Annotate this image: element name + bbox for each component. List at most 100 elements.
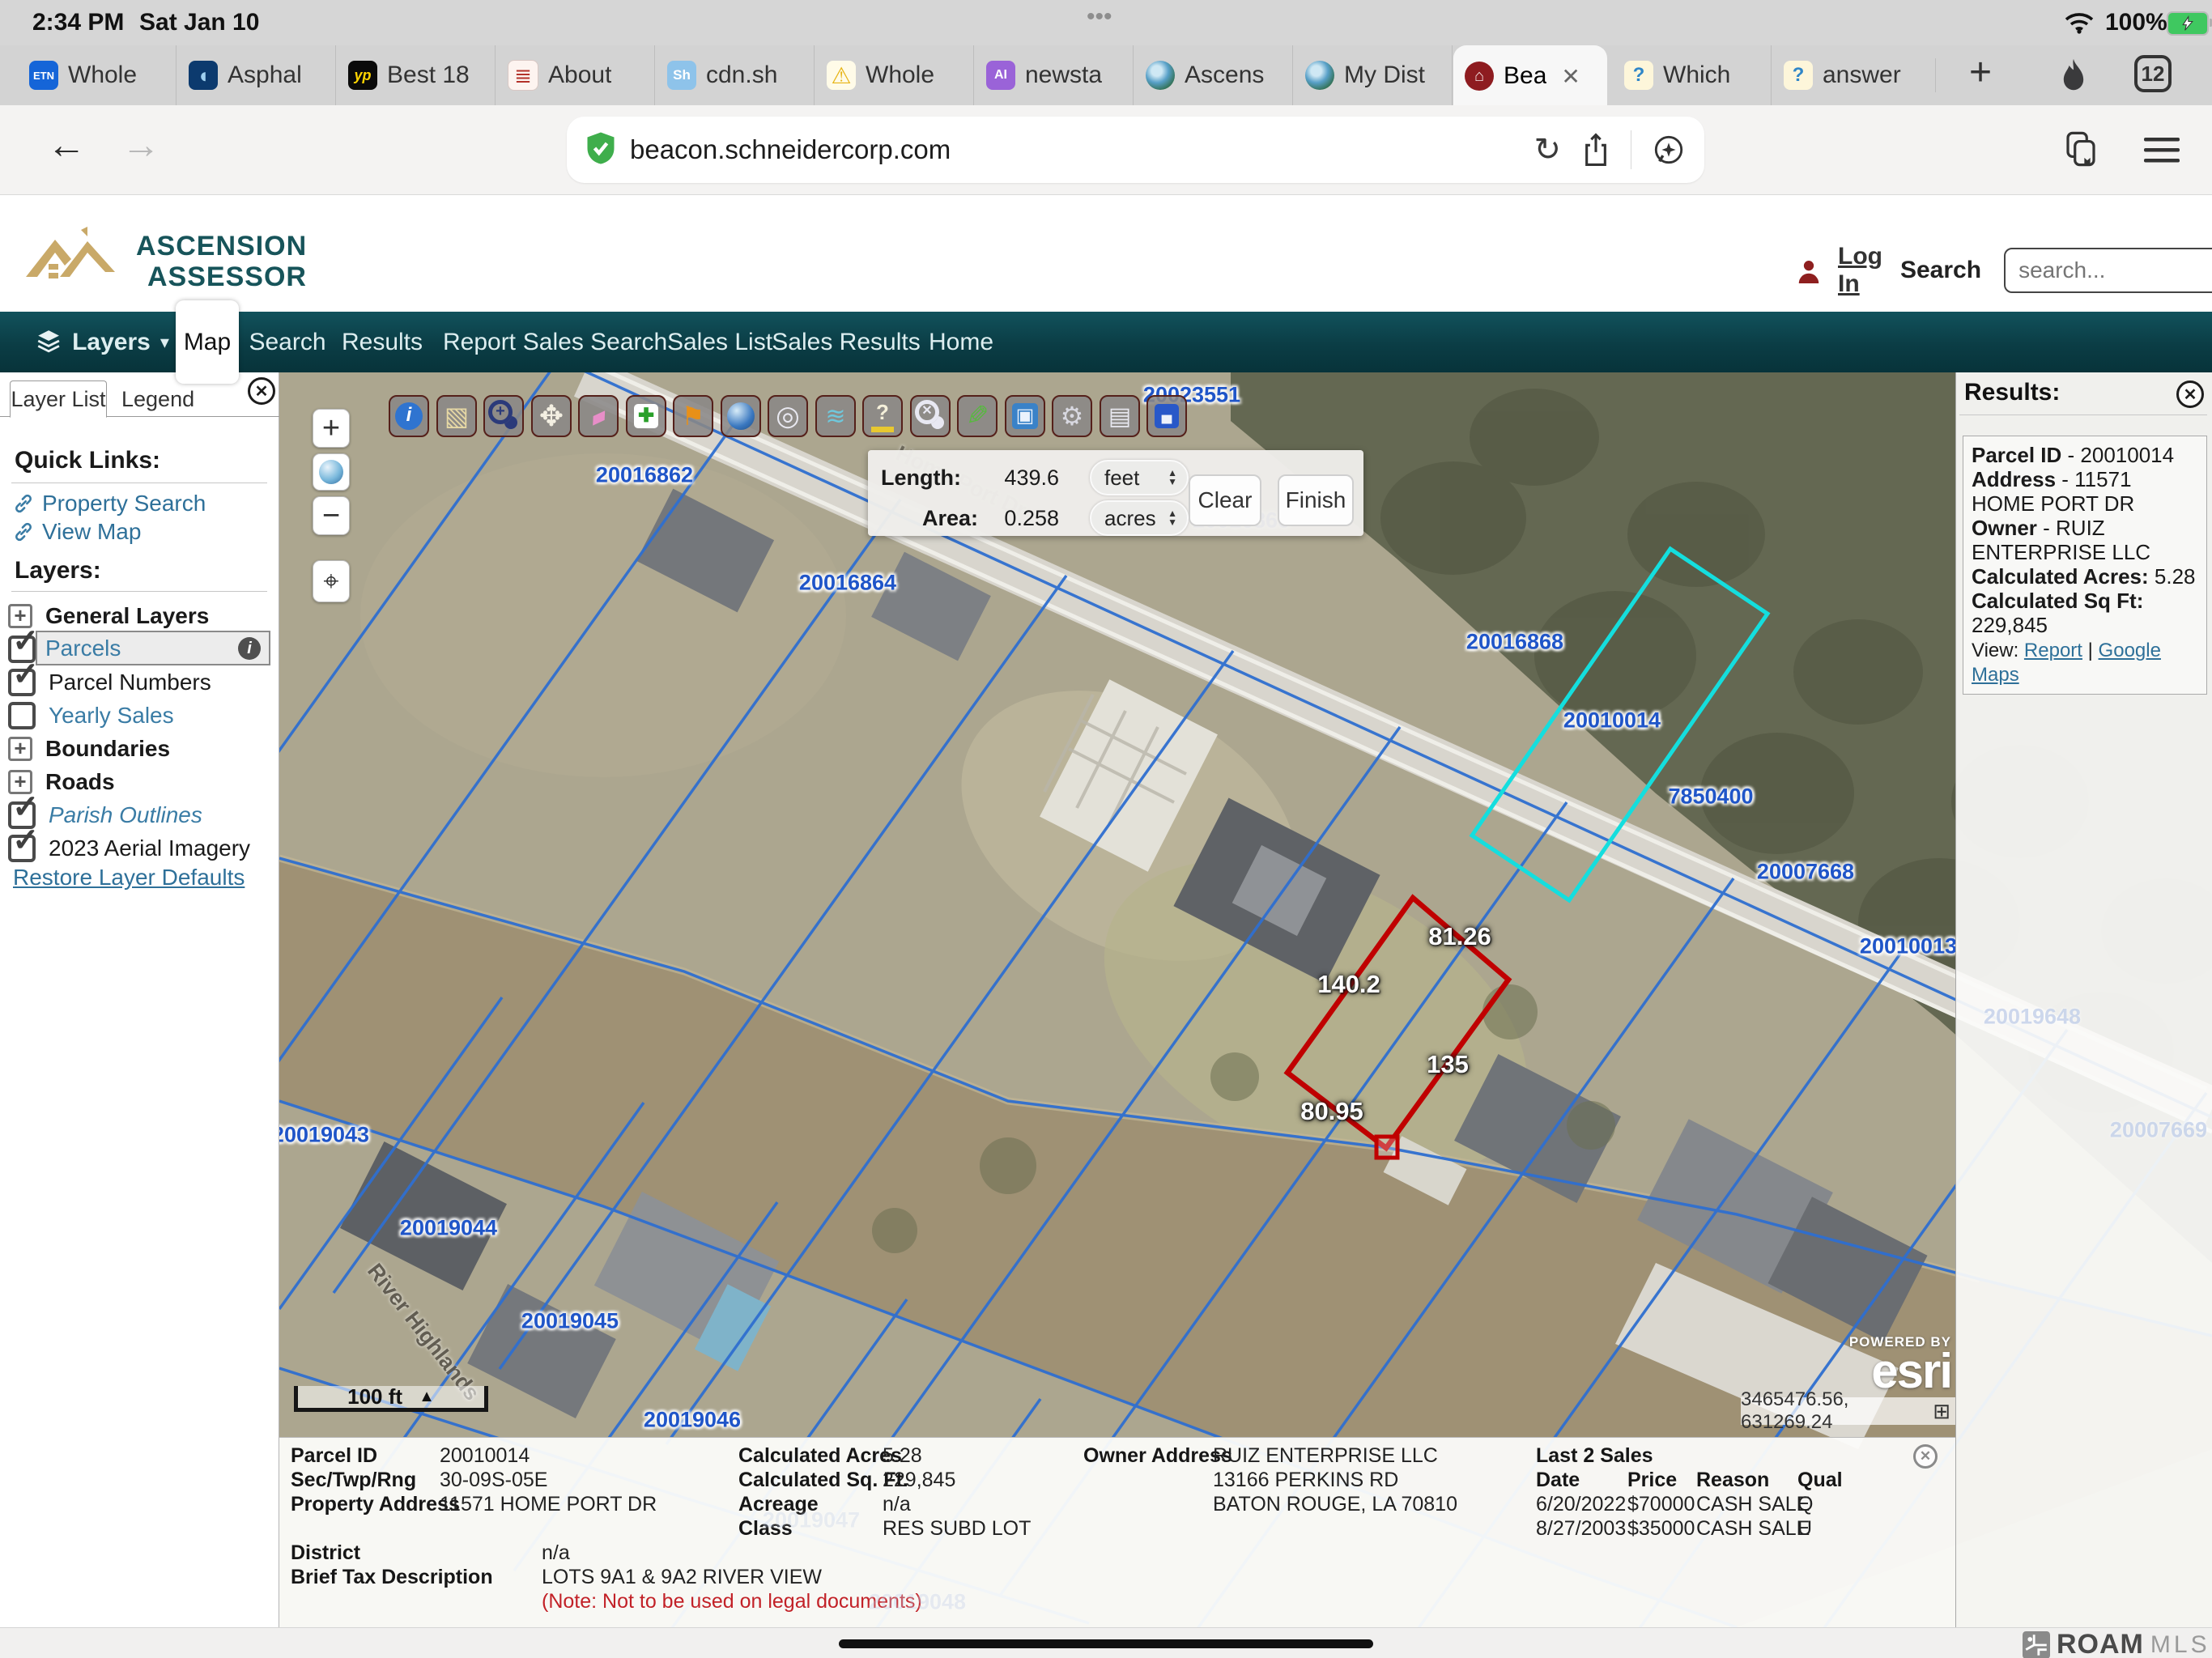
- tool-place-marker[interactable]: ⚑: [673, 395, 713, 437]
- browser-tab[interactable]: AInewsta: [975, 45, 1134, 105]
- nav-tab-map[interactable]: Map: [176, 300, 239, 384]
- measurement-popup: Length: 439.6 feet ▲▼ Area: 0.258 acres …: [868, 450, 1363, 536]
- layer-item-parcel-numbers[interactable]: ✓ Parcel Numbers: [8, 665, 275, 699]
- tool-identify[interactable]: i: [389, 395, 429, 437]
- layer-item-parish-outlines[interactable]: ✓ Parish Outlines: [8, 798, 275, 831]
- tab-close-icon[interactable]: ✕: [1561, 63, 1580, 90]
- browser-tab[interactable]: My Dist: [1294, 45, 1453, 105]
- browser-tab[interactable]: ypBest 18: [337, 45, 496, 105]
- nav-tab-sales-list[interactable]: Sales List: [667, 312, 772, 372]
- private-browsing-icon[interactable]: [2057, 57, 2091, 98]
- parcel-number-label[interactable]: 7850400: [1668, 784, 1753, 810]
- restore-layer-defaults-link[interactable]: Restore Layer Defaults: [13, 865, 245, 891]
- parcel-number-label[interactable]: 20016862: [596, 463, 693, 488]
- layer-item-aerial-imagery[interactable]: ✓ 2023 Aerial Imagery: [8, 831, 275, 865]
- share-icon[interactable]: [1582, 132, 1610, 168]
- parcel-number-label[interactable]: 20007668: [1757, 860, 1854, 885]
- tab-count-button[interactable]: 12: [2134, 55, 2172, 92]
- tool-fullscreen[interactable]: ▣: [1005, 395, 1045, 437]
- tool-clear-selection[interactable]: ✕: [910, 395, 951, 437]
- browser-tab-active[interactable]: ⌂ Bea ✕: [1453, 45, 1607, 107]
- browser-tab[interactable]: ETNWhole: [18, 45, 177, 105]
- field-label: Sec/Twp/Rng: [291, 1469, 416, 1492]
- layer-item-general-layers[interactable]: + General Layers: [8, 599, 275, 632]
- tool-print[interactable]: ▤: [1100, 395, 1140, 437]
- nav-tab-results[interactable]: Results: [342, 312, 423, 372]
- browser-tab[interactable]: ?answer: [1772, 45, 1931, 105]
- tool-pan[interactable]: ✥: [531, 395, 572, 437]
- parcel-number-label[interactable]: 20019044: [400, 1216, 497, 1241]
- site-search-input[interactable]: [2004, 248, 2212, 293]
- tool-settings[interactable]: ⚙: [1052, 395, 1092, 437]
- zoom-out-button[interactable]: −: [313, 496, 350, 535]
- quick-link-property-search[interactable]: Property Search: [13, 491, 206, 517]
- length-value: 439.6: [978, 466, 1059, 491]
- tool-erase[interactable]: ▰: [578, 395, 619, 437]
- new-tab-button[interactable]: +: [1969, 50, 1992, 95]
- nav-tab-home[interactable]: Home: [929, 312, 993, 372]
- tool-add-to-selection[interactable]: ✚: [626, 395, 666, 437]
- tool-save[interactable]: ▄: [1146, 395, 1187, 437]
- area-unit-select[interactable]: acres ▲▼: [1090, 500, 1189, 536]
- parcel-number-label[interactable]: 20016864: [799, 571, 896, 596]
- parcel-number-label[interactable]: 20016868: [1466, 630, 1563, 655]
- tool-screenshot[interactable]: ◎: [768, 395, 808, 437]
- browser-tab[interactable]: Shcdn.sh: [656, 45, 815, 105]
- length-unit-select[interactable]: feet ▲▼: [1090, 460, 1189, 495]
- assistant-icon[interactable]: [1653, 134, 1685, 166]
- close-icon[interactable]: ✕: [2176, 380, 2204, 408]
- back-button[interactable]: ←: [47, 123, 86, 168]
- nav-tab-sales-search[interactable]: Sales Search: [523, 312, 667, 372]
- coordinate-expand-icon[interactable]: ⊞: [1933, 1399, 1950, 1424]
- layers-menu[interactable]: Layers ▾: [35, 312, 169, 372]
- parcel-number-label[interactable]: 20010013: [1860, 934, 1957, 959]
- layer-item-boundaries[interactable]: + Boundaries: [8, 732, 275, 765]
- layer-item-parcels-selected[interactable]: Parcels i: [36, 631, 270, 665]
- tool-draw[interactable]: ✎: [957, 395, 998, 437]
- quick-link-view-map[interactable]: View Map: [13, 519, 141, 545]
- tool-google-earth[interactable]: [721, 395, 761, 437]
- tool-measure[interactable]: ?: [862, 395, 903, 437]
- browser-tab[interactable]: Ascens: [1134, 45, 1293, 105]
- home-indicator[interactable]: [839, 1639, 1373, 1648]
- nav-tab-search[interactable]: Search: [249, 312, 325, 372]
- parcel-number-label[interactable]: 20019043: [272, 1123, 369, 1148]
- parcel-number-label[interactable]: 20010014: [1563, 708, 1661, 733]
- close-icon[interactable]: ✕: [248, 377, 275, 405]
- tool-select-features[interactable]: ▧: [436, 395, 477, 437]
- clear-button[interactable]: Clear: [1189, 474, 1261, 526]
- result-card[interactable]: Parcel ID - 20010014 Address - 11571 HOM…: [1963, 436, 2207, 695]
- parcel-number-label[interactable]: 20019046: [644, 1408, 741, 1433]
- copy-pages-icon[interactable]: [2063, 130, 2099, 172]
- login-link[interactable]: Log In: [1838, 243, 1882, 298]
- address-bar[interactable]: beacon.schneidercorp.com ↻: [567, 117, 1704, 183]
- report-link[interactable]: Report: [2024, 640, 2082, 661]
- browser-tab[interactable]: ⚠Whole: [815, 45, 974, 105]
- forward-button[interactable]: →: [121, 123, 160, 168]
- finish-button[interactable]: Finish: [1278, 474, 1354, 526]
- nav-tab-report[interactable]: Report: [443, 312, 516, 372]
- globe-extent-button[interactable]: [313, 453, 350, 491]
- browser-tab[interactable]: ◖Asphal: [177, 45, 336, 105]
- tab-legend[interactable]: Legend: [121, 387, 194, 412]
- tool-zoom-to-selection[interactable]: +: [483, 395, 524, 437]
- search-link[interactable]: Search: [1900, 257, 1981, 284]
- layer-item-roads[interactable]: + Roads: [8, 765, 275, 798]
- reload-icon[interactable]: ↻: [1534, 131, 1561, 168]
- field-value: RUIZ ENTERPRISE LLC: [1213, 1444, 1438, 1468]
- tab-title: Whole: [866, 62, 934, 89]
- info-icon[interactable]: i: [238, 637, 261, 660]
- zoom-in-button[interactable]: +: [313, 409, 350, 448]
- layer-item-yearly-sales[interactable]: Yearly Sales: [8, 699, 275, 732]
- expand-icon[interactable]: +: [8, 737, 32, 761]
- tab-layer-list[interactable]: Layer List: [10, 380, 107, 418]
- nav-tab-sales-results[interactable]: Sales Results: [772, 312, 920, 372]
- tool-edit-annotations[interactable]: ≋: [815, 395, 856, 437]
- area-unit-value: acres: [1104, 506, 1156, 531]
- locate-button[interactable]: ⌖: [313, 560, 350, 602]
- browser-tab[interactable]: ≣About: [496, 45, 655, 105]
- close-icon[interactable]: ✕: [1913, 1444, 1938, 1469]
- parcel-number-label[interactable]: 20019045: [521, 1309, 619, 1334]
- menu-icon[interactable]: [2144, 136, 2183, 169]
- browser-tab[interactable]: ?Which: [1613, 45, 1772, 105]
